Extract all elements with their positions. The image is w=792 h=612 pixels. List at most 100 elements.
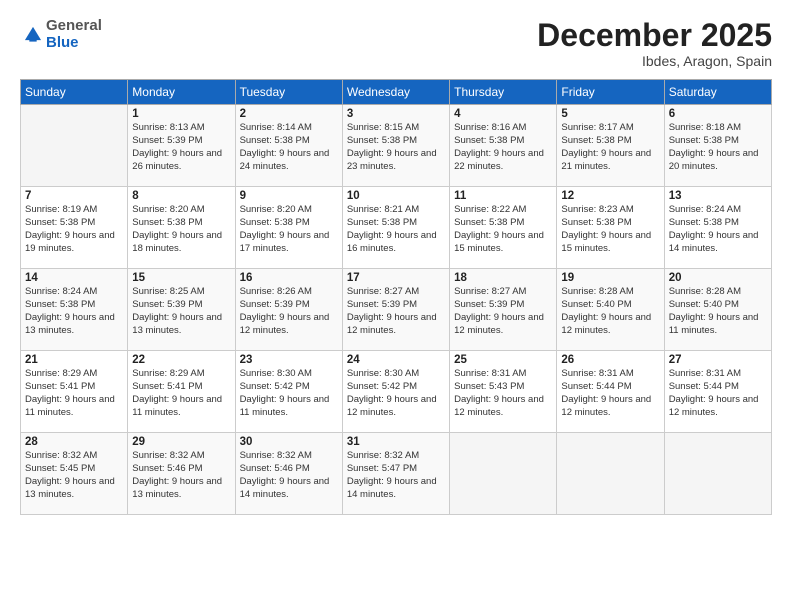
day-number: 25 — [454, 354, 552, 366]
day-number: 3 — [347, 108, 445, 120]
day-info: Sunrise: 8:29 AMSunset: 5:41 PMDaylight:… — [132, 368, 230, 419]
day-number: 20 — [669, 272, 767, 284]
day-number: 21 — [25, 354, 123, 366]
calendar-cell: 20Sunrise: 8:28 AMSunset: 5:40 PMDayligh… — [664, 269, 771, 351]
weekday-header-row: SundayMondayTuesdayWednesdayThursdayFrid… — [21, 80, 772, 105]
calendar-cell: 16 Sunrise: 8:26 AMSunset: 5:39 PMDayligh… — [235, 269, 342, 351]
day-number: 24 — [347, 354, 445, 366]
calendar-cell — [557, 433, 664, 515]
day-number: 7 — [25, 190, 123, 202]
day-info: Sunrise: 8:32 AMSunset: 5:46 PMDaylight:… — [132, 450, 230, 501]
weekday-header-thursday: Thursday — [450, 80, 557, 105]
month-title: December 2025 — [537, 18, 772, 53]
calendar-cell — [664, 433, 771, 515]
weekday-header-wednesday: Wednesday — [342, 80, 449, 105]
day-number: 6 — [669, 108, 767, 120]
day-number: 5 — [561, 108, 659, 120]
day-info: Sunrise: 8:24 AMSunset: 5:38 PMDaylight:… — [25, 286, 123, 337]
calendar-cell — [450, 433, 557, 515]
day-info: Sunrise: 8:20 AMSunset: 5:38 PMDaylight:… — [132, 204, 230, 255]
weekday-header-tuesday: Tuesday — [235, 80, 342, 105]
day-info: Sunrise: 8:27 AMSunset: 5:39 PMDaylight:… — [454, 286, 552, 337]
day-info: Sunrise: 8:31 AMSunset: 5:43 PMDaylight:… — [454, 368, 552, 419]
day-number: 9 — [240, 190, 338, 202]
day-number: 13 — [669, 190, 767, 202]
calendar-week-4: 21 Sunrise: 8:29 AMSunset: 5:41 PMDayligh… — [21, 351, 772, 433]
day-number: 15 — [132, 272, 230, 284]
logo-blue-text: Blue — [46, 34, 79, 51]
day-info: Sunrise: 8:30 AMSunset: 5:42 PMDaylight:… — [240, 368, 338, 419]
calendar-cell: 7 Sunrise: 8:19 AMSunset: 5:38 PMDaylight… — [21, 187, 128, 269]
day-info: Sunrise: 8:21 AMSunset: 5:38 PMDaylight:… — [347, 204, 445, 255]
calendar-cell: 12 Sunrise: 8:23 AMSunset: 5:38 PMDayligh… — [557, 187, 664, 269]
day-info: Sunrise: 8:26 AMSunset: 5:39 PMDaylight:… — [240, 286, 338, 337]
day-info: Sunrise: 8:19 AMSunset: 5:38 PMDaylight:… — [25, 204, 123, 255]
day-info: Sunrise: 8:18 AMSunset: 5:38 PMDaylight:… — [669, 122, 767, 173]
calendar-cell: 3 Sunrise: 8:15 AMSunset: 5:38 PMDaylight… — [342, 105, 449, 187]
day-info: Sunrise: 8:22 AMSunset: 5:38 PMDaylight:… — [454, 204, 552, 255]
day-number: 12 — [561, 190, 659, 202]
day-number: 26 — [561, 354, 659, 366]
calendar-cell: 18 Sunrise: 8:27 AMSunset: 5:39 PMDayligh… — [450, 269, 557, 351]
day-number: 29 — [132, 436, 230, 448]
calendar-cell: 27Sunrise: 8:31 AMSunset: 5:44 PMDayligh… — [664, 351, 771, 433]
calendar-cell: 21 Sunrise: 8:29 AMSunset: 5:41 PMDayligh… — [21, 351, 128, 433]
calendar-cell: 24 Sunrise: 8:30 AMSunset: 5:42 PMDayligh… — [342, 351, 449, 433]
location: Ibdes, Aragon, Spain — [537, 53, 772, 69]
day-info: Sunrise: 8:17 AMSunset: 5:38 PMDaylight:… — [561, 122, 659, 173]
calendar-cell: 17Sunrise: 8:27 AMSunset: 5:39 PMDayligh… — [342, 269, 449, 351]
calendar-cell: 19Sunrise: 8:28 AMSunset: 5:40 PMDayligh… — [557, 269, 664, 351]
calendar-cell: 11 Sunrise: 8:22 AMSunset: 5:38 PMDayligh… — [450, 187, 557, 269]
day-info: Sunrise: 8:16 AMSunset: 5:38 PMDaylight:… — [454, 122, 552, 173]
page: General Blue December 2025 Ibdes, Aragon… — [0, 0, 792, 612]
day-info: Sunrise: 8:15 AMSunset: 5:38 PMDaylight:… — [347, 122, 445, 173]
day-info: Sunrise: 8:31 AMSunset: 5:44 PMDaylight:… — [669, 368, 767, 419]
calendar-week-5: 28 Sunrise: 8:32 AMSunset: 5:45 PMDayligh… — [21, 433, 772, 515]
day-info: Sunrise: 8:28 AMSunset: 5:40 PMDaylight:… — [561, 286, 659, 337]
calendar-cell — [21, 105, 128, 187]
calendar-cell: 15 Sunrise: 8:25 AMSunset: 5:39 PMDayligh… — [128, 269, 235, 351]
day-number: 10 — [347, 190, 445, 202]
day-number: 1 — [132, 108, 230, 120]
day-info: Sunrise: 8:13 AMSunset: 5:39 PMDaylight:… — [132, 122, 230, 173]
day-info: Sunrise: 8:32 AMSunset: 5:45 PMDaylight:… — [25, 450, 123, 501]
header: General Blue December 2025 Ibdes, Aragon… — [20, 18, 772, 69]
weekday-header-sunday: Sunday — [21, 80, 128, 105]
weekday-header-saturday: Saturday — [664, 80, 771, 105]
calendar-week-1: 1 Sunrise: 8:13 AMSunset: 5:39 PMDaylight… — [21, 105, 772, 187]
day-info: Sunrise: 8:14 AMSunset: 5:38 PMDaylight:… — [240, 122, 338, 173]
day-number: 16 — [240, 272, 338, 284]
weekday-header-monday: Monday — [128, 80, 235, 105]
logo: General Blue — [20, 18, 102, 51]
calendar-cell: 25 Sunrise: 8:31 AMSunset: 5:43 PMDayligh… — [450, 351, 557, 433]
day-number: 18 — [454, 272, 552, 284]
calendar-cell: 6 Sunrise: 8:18 AMSunset: 5:38 PMDaylight… — [664, 105, 771, 187]
calendar-cell: 26 Sunrise: 8:31 AMSunset: 5:44 PMDayligh… — [557, 351, 664, 433]
day-number: 14 — [25, 272, 123, 284]
day-number: 22 — [132, 354, 230, 366]
calendar-cell: 29 Sunrise: 8:32 AMSunset: 5:46 PMDayligh… — [128, 433, 235, 515]
calendar-cell: 8 Sunrise: 8:20 AMSunset: 5:38 PMDaylight… — [128, 187, 235, 269]
calendar-cell: 4Sunrise: 8:16 AMSunset: 5:38 PMDaylight… — [450, 105, 557, 187]
day-number: 8 — [132, 190, 230, 202]
day-info: Sunrise: 8:23 AMSunset: 5:38 PMDaylight:… — [561, 204, 659, 255]
logo-general-text: General — [46, 17, 102, 34]
day-number: 11 — [454, 190, 552, 202]
day-info: Sunrise: 8:30 AMSunset: 5:42 PMDaylight:… — [347, 368, 445, 419]
calendar-week-3: 14 Sunrise: 8:24 AMSunset: 5:38 PMDayligh… — [21, 269, 772, 351]
day-info: Sunrise: 8:31 AMSunset: 5:44 PMDaylight:… — [561, 368, 659, 419]
calendar-cell: 13 Sunrise: 8:24 AMSunset: 5:38 PMDayligh… — [664, 187, 771, 269]
day-info: Sunrise: 8:25 AMSunset: 5:39 PMDaylight:… — [132, 286, 230, 337]
calendar-cell: 22 Sunrise: 8:29 AMSunset: 5:41 PMDayligh… — [128, 351, 235, 433]
weekday-header-friday: Friday — [557, 80, 664, 105]
day-number: 28 — [25, 436, 123, 448]
day-info: Sunrise: 8:29 AMSunset: 5:41 PMDaylight:… — [25, 368, 123, 419]
calendar-cell: 9 Sunrise: 8:20 AMSunset: 5:38 PMDaylight… — [235, 187, 342, 269]
day-info: Sunrise: 8:24 AMSunset: 5:38 PMDaylight:… — [669, 204, 767, 255]
calendar-cell: 10 Sunrise: 8:21 AMSunset: 5:38 PMDayligh… — [342, 187, 449, 269]
calendar-cell: 23Sunrise: 8:30 AMSunset: 5:42 PMDayligh… — [235, 351, 342, 433]
calendar-cell: 28 Sunrise: 8:32 AMSunset: 5:45 PMDayligh… — [21, 433, 128, 515]
calendar-cell: 2Sunrise: 8:14 AMSunset: 5:38 PMDaylight… — [235, 105, 342, 187]
day-info: Sunrise: 8:20 AMSunset: 5:38 PMDaylight:… — [240, 204, 338, 255]
day-info: Sunrise: 8:32 AMSunset: 5:46 PMDaylight:… — [240, 450, 338, 501]
